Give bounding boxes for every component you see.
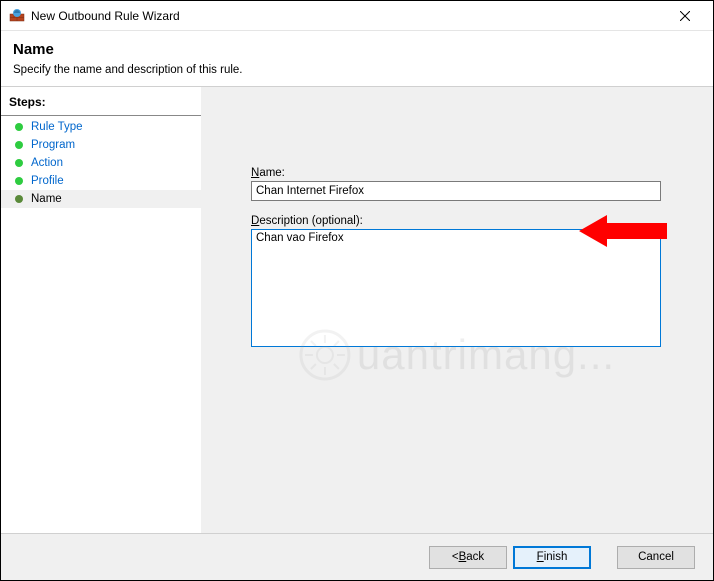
back-button[interactable]: < Back bbox=[429, 546, 507, 569]
close-icon bbox=[680, 11, 690, 21]
finish-button[interactable]: Finish bbox=[513, 546, 591, 569]
step-profile[interactable]: Profile bbox=[1, 172, 201, 190]
page-title: Name bbox=[13, 41, 701, 58]
close-button[interactable] bbox=[665, 2, 705, 30]
name-label: Name: bbox=[251, 167, 683, 179]
step-action[interactable]: Action bbox=[1, 154, 201, 172]
titlebar: New Outbound Rule Wizard bbox=[1, 1, 713, 31]
name-field-group: Name: bbox=[251, 167, 683, 201]
name-input[interactable] bbox=[251, 181, 661, 201]
step-label: Rule Type bbox=[31, 121, 83, 133]
wizard-content: Name: Description (optional): bbox=[201, 87, 713, 533]
wizard-window: New Outbound Rule Wizard Name Specify th… bbox=[0, 0, 714, 581]
button-bar: < Back Finish Cancel bbox=[1, 534, 713, 580]
step-name[interactable]: Name bbox=[1, 190, 201, 208]
description-textarea[interactable] bbox=[251, 229, 661, 347]
steps-heading: Steps: bbox=[1, 91, 201, 116]
step-label: Action bbox=[31, 157, 63, 169]
window-title: New Outbound Rule Wizard bbox=[31, 9, 665, 23]
description-label: Description (optional): bbox=[251, 215, 683, 227]
step-label: Profile bbox=[31, 175, 64, 187]
bullet-icon bbox=[15, 159, 23, 167]
step-label: Name bbox=[31, 193, 62, 205]
bullet-icon bbox=[15, 177, 23, 185]
bullet-icon bbox=[15, 123, 23, 131]
bullet-icon bbox=[15, 195, 23, 203]
cancel-button[interactable]: Cancel bbox=[617, 546, 695, 569]
bullet-icon bbox=[15, 141, 23, 149]
description-field-group: Description (optional): bbox=[251, 215, 683, 350]
page-subtitle: Specify the name and description of this… bbox=[13, 64, 701, 76]
firewall-icon bbox=[9, 8, 25, 24]
wizard-body: Steps: Rule Type Program Action Profile … bbox=[1, 87, 713, 534]
step-rule-type[interactable]: Rule Type bbox=[1, 118, 201, 136]
step-label: Program bbox=[31, 139, 75, 151]
steps-sidebar: Steps: Rule Type Program Action Profile … bbox=[1, 87, 201, 533]
step-program[interactable]: Program bbox=[1, 136, 201, 154]
wizard-header: Name Specify the name and description of… bbox=[1, 31, 713, 87]
